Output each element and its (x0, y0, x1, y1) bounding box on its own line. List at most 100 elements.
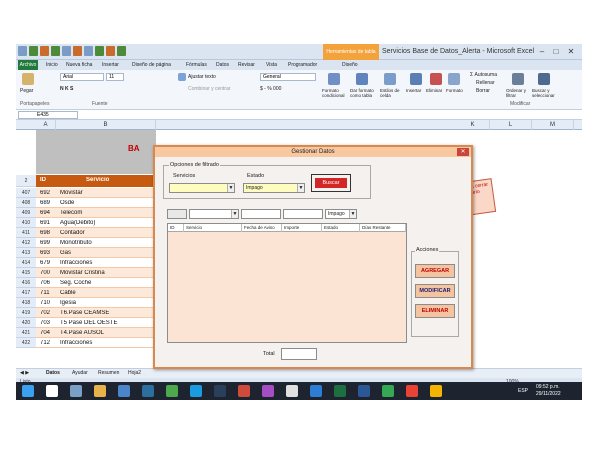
windows-start-icon[interactable] (22, 385, 34, 397)
cell-servicio[interactable]: Infracciones (60, 260, 156, 266)
cell-servicio[interactable]: Movistar Cristina (60, 270, 156, 276)
column-header-b[interactable]: B (56, 120, 156, 130)
delete-cells-icon[interactable] (430, 73, 442, 85)
clock-time[interactable]: 09:52 p.m. (536, 384, 560, 390)
tab-formulas[interactable]: Fórmulas (186, 60, 207, 70)
row-header[interactable]: 422 (16, 338, 36, 348)
chevron-down-icon[interactable]: ▼ (349, 210, 356, 218)
number-format-select[interactable]: General (260, 73, 316, 81)
column-header-m[interactable]: M (532, 120, 574, 130)
insert-cells-icon[interactable] (410, 73, 422, 85)
tab-revisar[interactable]: Revisar (238, 60, 255, 70)
filter-cell-fecha[interactable] (241, 209, 281, 219)
app-icon[interactable] (238, 385, 250, 397)
row-header[interactable]: 2 (16, 175, 36, 187)
filter-cell-servicio[interactable]: ▼ (189, 209, 239, 219)
find-select-button[interactable]: Buscar y seleccionar (532, 88, 560, 98)
maximize-button[interactable]: □ (550, 46, 562, 57)
delete-button[interactable]: Eliminar (426, 88, 442, 93)
cell-id[interactable]: 679 (40, 260, 50, 266)
filter-cell-importe[interactable] (283, 209, 323, 219)
autosum-button[interactable]: Σ Autosuma (470, 72, 497, 78)
cell-id[interactable]: 710 (40, 300, 50, 306)
cell-id[interactable]: 700 (40, 270, 50, 276)
minimize-button[interactable]: – (536, 46, 548, 57)
cell-servicio[interactable]: Movistar (60, 190, 156, 196)
search-icon[interactable] (46, 385, 58, 397)
modificar-button[interactable]: MODIFICAR (415, 284, 455, 298)
cell-servicio[interactable]: Infracciones (60, 340, 156, 346)
app-icon[interactable] (262, 385, 274, 397)
tab-insertar[interactable]: Insertar (102, 60, 119, 70)
cond-format-icon[interactable] (328, 73, 340, 85)
servicios-combo[interactable]: ▼ (169, 183, 235, 193)
cell-servicio[interactable]: Osde (60, 200, 156, 206)
dialog-close-button[interactable]: ✕ (457, 148, 469, 156)
cell-id[interactable]: 698 (40, 230, 50, 236)
close-window-button[interactable]: ✕ (565, 46, 577, 57)
cond-format-button[interactable]: Formato condicional (322, 88, 348, 98)
app-icon[interactable] (430, 385, 442, 397)
cell-id[interactable]: 689 (40, 200, 50, 206)
row-header[interactable]: 421 (16, 328, 36, 338)
app-icon[interactable] (142, 385, 154, 397)
table-format-button[interactable]: Dar formato como tabla (350, 88, 378, 98)
lv-col-id[interactable]: ID (168, 224, 184, 232)
app-icon[interactable] (214, 385, 226, 397)
quick-access-toolbar[interactable] (18, 46, 126, 56)
row-header[interactable]: 417 (16, 288, 36, 298)
find-select-icon[interactable] (538, 73, 550, 85)
cell-servicio[interactable]: T4.Pase AUSOL (60, 330, 156, 336)
chevron-down-icon[interactable]: ▼ (297, 184, 304, 192)
preview-icon[interactable] (73, 46, 82, 56)
filter-cell-estado[interactable]: Impago ▼ (325, 209, 357, 219)
records-listview[interactable]: ID Servicio Fecha de Aviso Importe Estad… (167, 223, 407, 343)
font-name-select[interactable]: Arial (60, 73, 104, 81)
cell-id[interactable]: 694 (40, 210, 50, 216)
app-icon[interactable] (310, 385, 322, 397)
redo-icon[interactable] (51, 46, 60, 56)
sort-icon[interactable] (84, 46, 93, 56)
paste-button[interactable]: Pegar (20, 88, 33, 94)
filter-cell-id[interactable] (167, 209, 187, 219)
sheet-nav-icon[interactable]: ◀ ▶ (20, 370, 29, 376)
table-icon[interactable] (117, 46, 126, 56)
total-field[interactable] (281, 348, 317, 360)
cell-id[interactable]: 699 (40, 240, 50, 246)
fill-button[interactable]: Rellenar (476, 80, 495, 86)
sort-filter-button[interactable]: Ordenar y filtrar (506, 88, 530, 98)
tab-inicio[interactable]: Inicio (46, 60, 58, 70)
cell-id[interactable]: 711 (40, 290, 50, 296)
chevron-down-icon[interactable]: ▼ (231, 210, 238, 218)
wrap-text-icon[interactable] (178, 73, 186, 81)
lv-col-estado[interactable]: Estado (322, 224, 360, 232)
lv-col-importe[interactable]: Importe (282, 224, 322, 232)
tab-diseno-pagina[interactable]: Diseño de página (132, 60, 171, 70)
app-icon[interactable] (382, 385, 394, 397)
cell-servicio[interactable]: T6.Pase CEAMSE (60, 310, 156, 316)
cell-id[interactable]: 704 (40, 330, 50, 336)
row-header[interactable]: 410 (16, 218, 36, 228)
cell-id[interactable]: 712 (40, 340, 50, 346)
font-size-select[interactable]: 11 (106, 73, 124, 81)
cell-id[interactable]: 691 (40, 220, 50, 226)
estado-combo[interactable]: Impago ▼ (243, 183, 305, 193)
cell-servicio[interactable]: Monotributo (60, 240, 156, 246)
tab-archivo[interactable]: Archivo (18, 60, 38, 70)
tab-vista[interactable]: Vista (266, 60, 277, 70)
row-header[interactable]: 408 (16, 198, 36, 208)
row-header[interactable]: 413 (16, 248, 36, 258)
cell-servicio[interactable]: T5 Pase DEL OESTE (60, 320, 156, 326)
row-header[interactable]: 411 (16, 228, 36, 238)
row-header[interactable]: 409 (16, 208, 36, 218)
cell-id[interactable]: 706 (40, 280, 50, 286)
cell-id[interactable]: 703 (40, 320, 50, 326)
sheet-tab-hoja2[interactable]: Hoja2 (128, 370, 141, 376)
insert-button[interactable]: Insertar (406, 88, 421, 93)
lv-col-dias[interactable]: Días Restante (360, 224, 406, 232)
cell-styles-icon[interactable] (384, 73, 396, 85)
row-header[interactable]: 419 (16, 308, 36, 318)
sheet-tab-ayudar[interactable]: Ayudar (72, 370, 88, 376)
excel-icon[interactable] (334, 385, 346, 397)
app-icon[interactable] (286, 385, 298, 397)
